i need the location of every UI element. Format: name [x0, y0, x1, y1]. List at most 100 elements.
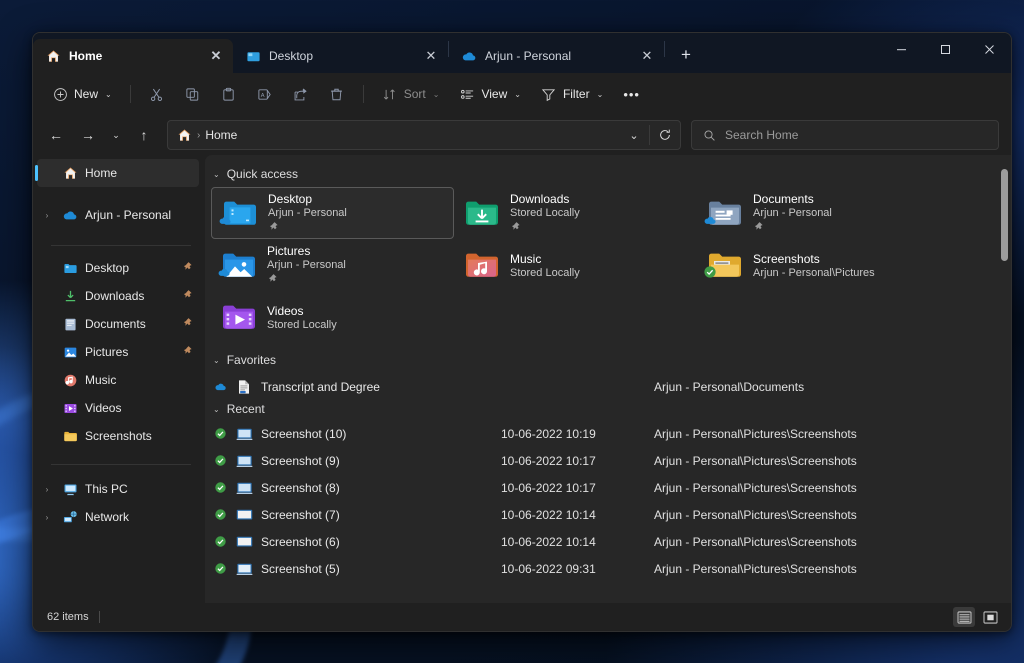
- sort-icon: [382, 86, 398, 102]
- back-button[interactable]: ←: [41, 120, 71, 150]
- recent-row-path: Arjun - Personal\Pictures\Screenshots: [654, 427, 1003, 441]
- quick-access-item-title: Videos: [267, 304, 337, 318]
- synced-badge: [213, 562, 227, 575]
- sidebar-item-this-pc-label: This PC: [85, 482, 128, 496]
- sidebar-item-documents[interactable]: Documents: [37, 310, 199, 338]
- details-view-button[interactable]: [953, 607, 975, 627]
- recent-row[interactable]: Screenshot (9) 10-06-2022 10:17 Arjun - …: [205, 447, 1011, 474]
- filter-icon: [541, 86, 557, 102]
- filter-button[interactable]: Filter ⌄: [532, 79, 612, 109]
- refresh-icon[interactable]: [652, 122, 678, 148]
- quick-access-item-screenshots[interactable]: Screenshots Arjun - Personal\Pictures: [697, 239, 940, 291]
- copy-button[interactable]: [176, 79, 210, 109]
- view-button[interactable]: View ⌄: [450, 79, 530, 109]
- tab-home[interactable]: Home ✕: [33, 39, 233, 73]
- maximize-button[interactable]: [923, 33, 967, 66]
- large-icons-view-button[interactable]: [979, 607, 1001, 627]
- chevron-down-icon[interactable]: ⌄: [213, 170, 220, 179]
- chevron-down-icon[interactable]: ⌄: [213, 356, 220, 365]
- pin-icon[interactable]: [182, 317, 193, 331]
- svg-text:A: A: [261, 92, 265, 98]
- sidebar-item-desktop[interactable]: Desktop: [37, 254, 199, 282]
- chevron-right-icon[interactable]: ›: [39, 211, 55, 220]
- favorites-header-label: Favorites: [227, 353, 276, 367]
- sidebar-item-home-label: Home: [85, 166, 117, 180]
- desktop-folder-icon: [245, 48, 261, 64]
- recent-row-name: Screenshot (7): [261, 508, 493, 522]
- search-box[interactable]: Search Home: [691, 120, 999, 150]
- quick-access-item-downloads[interactable]: Downloads Stored Locally: [454, 187, 697, 239]
- recent-row[interactable]: Screenshot (6) 10-06-2022 10:14 Arjun - …: [205, 528, 1011, 555]
- view-button-label: View: [481, 87, 507, 101]
- sidebar-item-arjun-personal[interactable]: › Arjun - Personal: [37, 201, 199, 229]
- forward-button[interactable]: →: [73, 120, 103, 150]
- tab-arjun-personal-close-icon[interactable]: ✕: [636, 45, 658, 67]
- cut-button[interactable]: [140, 79, 174, 109]
- tab-desktop[interactable]: Desktop ✕: [233, 39, 448, 73]
- chevron-right-icon[interactable]: ›: [39, 513, 55, 522]
- sidebar-item-home[interactable]: Home: [37, 159, 199, 187]
- sort-button[interactable]: Sort ⌄: [373, 79, 449, 109]
- favorites-row-transcript-and-degree[interactable]: Transcript and Degree Arjun - Personal\D…: [205, 373, 1011, 400]
- paste-button[interactable]: [212, 79, 246, 109]
- minimize-button[interactable]: [879, 33, 923, 66]
- quick-access-item-pictures[interactable]: Pictures Arjun - Personal: [211, 239, 454, 291]
- tab-desktop-close-icon[interactable]: ✕: [420, 45, 442, 67]
- tab-home-close-icon[interactable]: ✕: [205, 45, 227, 67]
- quick-access-item-documents[interactable]: Documents Arjun - Personal: [697, 187, 940, 239]
- recent-row[interactable]: Screenshot (7) 10-06-2022 10:14 Arjun - …: [205, 501, 1011, 528]
- close-button[interactable]: [967, 33, 1011, 66]
- synced-badge: [213, 535, 227, 548]
- share-button[interactable]: [284, 79, 318, 109]
- scrollbar-thumb[interactable]: [1001, 169, 1008, 261]
- new-button[interactable]: New ⌄: [43, 79, 121, 109]
- downloads-folder-icon: [62, 288, 78, 304]
- new-tab-button[interactable]: +: [671, 40, 701, 70]
- recent-row[interactable]: Screenshot (5) 10-06-2022 09:31 Arjun - …: [205, 555, 1011, 582]
- chevron-down-icon[interactable]: ⌄: [213, 405, 220, 414]
- chevron-right-icon[interactable]: ›: [39, 485, 55, 494]
- search-input[interactable]: Search Home: [725, 128, 798, 142]
- address-dropdown-icon[interactable]: ⌄: [621, 122, 647, 148]
- tab-arjun-personal[interactable]: Arjun - Personal ✕: [449, 39, 664, 73]
- sidebar-item-screenshots[interactable]: Screenshots: [37, 422, 199, 450]
- quick-access-item-videos[interactable]: Videos Stored Locally: [211, 291, 454, 343]
- delete-button[interactable]: [320, 79, 354, 109]
- quick-access-item-subtitle: Arjun - Personal\Pictures: [753, 267, 875, 279]
- recent-header[interactable]: ⌄ Recent: [205, 400, 1011, 420]
- sidebar-item-downloads[interactable]: Downloads: [37, 282, 199, 310]
- pin-icon[interactable]: [182, 289, 193, 303]
- sidebar-item-this-pc[interactable]: › This PC: [37, 475, 199, 503]
- quick-access-item-title: Downloads: [510, 192, 580, 206]
- toolbar-divider-2: [363, 85, 364, 103]
- overflow-menu-button[interactable]: •••: [614, 79, 649, 109]
- up-button[interactable]: ↑: [129, 120, 159, 150]
- recent-row[interactable]: Screenshot (10) 10-06-2022 10:19 Arjun -…: [205, 420, 1011, 447]
- quick-access-item-music[interactable]: Music Stored Locally: [454, 239, 697, 291]
- quick-access-header-label: Quick access: [227, 167, 298, 181]
- synced-badge: [213, 427, 227, 440]
- sidebar-item-videos[interactable]: Videos: [37, 394, 199, 422]
- new-button-label: New: [74, 87, 98, 101]
- recent-row-name: Screenshot (10): [261, 427, 493, 441]
- pin-icon[interactable]: [182, 345, 193, 359]
- home-icon: [62, 165, 78, 181]
- rename-button[interactable]: A: [248, 79, 282, 109]
- quick-access-item-desktop[interactable]: Desktop Arjun - Personal: [211, 187, 454, 239]
- breadcrumb-home[interactable]: Home: [205, 128, 237, 142]
- synced-badge: [213, 508, 227, 521]
- sidebar-item-network[interactable]: › Network: [37, 503, 199, 531]
- quick-access-header[interactable]: ⌄ Quick access: [205, 161, 1011, 187]
- sidebar-item-music[interactable]: Music: [37, 366, 199, 394]
- pin-icon[interactable]: [182, 261, 193, 275]
- content-scrollbar[interactable]: [1001, 163, 1008, 603]
- sidebar-item-pictures[interactable]: Pictures: [37, 338, 199, 366]
- recent-row[interactable]: Screenshot (8) 10-06-2022 10:17 Arjun - …: [205, 474, 1011, 501]
- recent-locations-button[interactable]: ⌄: [105, 120, 127, 150]
- recent-row-path: Arjun - Personal\Pictures\Screenshots: [654, 562, 1003, 576]
- favorites-header[interactable]: ⌄ Favorites: [205, 347, 1011, 373]
- sidebar-item-music-label: Music: [85, 373, 116, 387]
- address-bar[interactable]: › Home ⌄: [167, 120, 681, 150]
- chevron-down-icon: ⌄: [433, 90, 440, 99]
- videos-folder-icon: [62, 400, 78, 416]
